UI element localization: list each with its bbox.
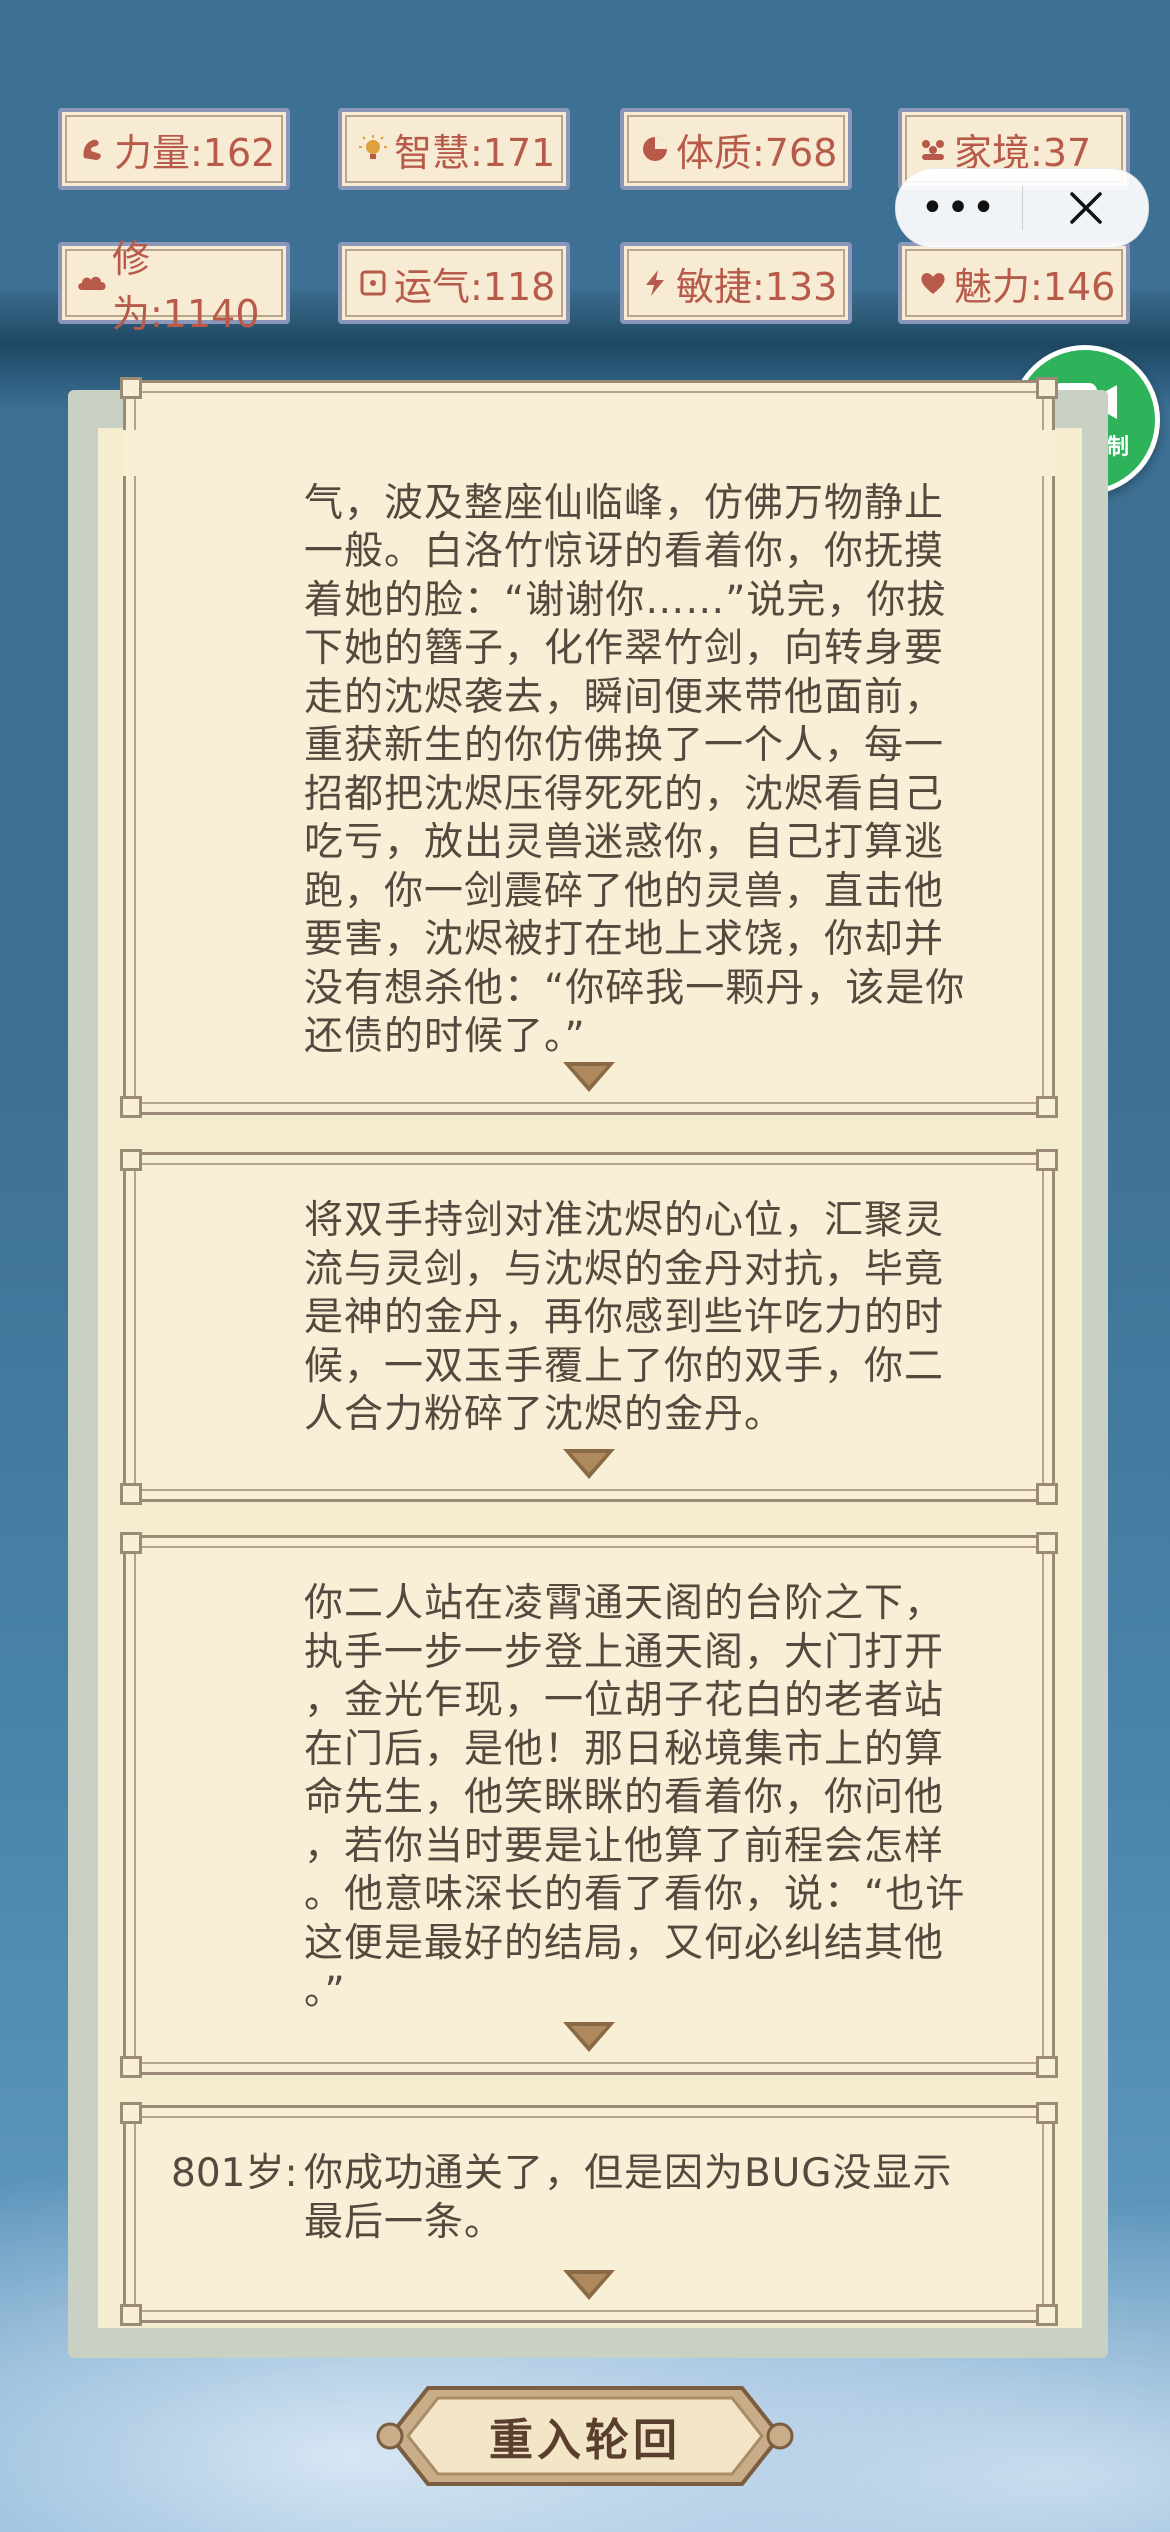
stat-constitution: 体质:768 [620,108,852,190]
heart-icon [916,266,950,300]
lightbulb-icon [356,132,390,166]
miniprogram-capsule: ••• [895,168,1149,248]
event-card: 你猛地睁开眼睛，爆出一阵强大的灵 气，波及整座仙临峰，仿佛万物静止 一般。白洛竹… [120,377,1058,1118]
event-card-top-clip [123,430,1055,476]
event-text: 将双手持剑对准沈烬的心位，汇聚灵 流与灵剑，与沈烬的金丹对抗，毕竟 是神的金丹，… [304,1198,945,1437]
event-card: 将双手持剑对准沈烬的心位，汇聚灵 流与灵剑，与沈烬的金丹对抗，毕竟 是神的金丹，… [120,1149,1058,1505]
event-card: 你二人站在凌霄通天阁的台阶之下， 执手一步一步登上通天阁，大门打开 ，金光乍现，… [120,1532,1058,2078]
event-age: 801岁: [171,2151,298,2196]
stat-agility: 敏捷:133 [620,242,852,324]
restart-label: 重入轮回 [489,2415,681,2466]
constitution-icon [638,132,672,166]
stat-luck: 运气:118 [338,242,570,324]
stat-wisdom: 智慧:171 [338,108,570,190]
stat-strength: 力量:162 [58,108,290,190]
stat-cultivation: 修为:1140 [58,237,290,336]
lightning-icon [638,266,672,300]
strength-icon [76,132,110,166]
close-icon [1069,192,1102,224]
family-icon [916,132,950,166]
close-button[interactable] [1023,188,1148,228]
chevron-down-icon[interactable] [561,1060,617,1094]
stat-charm: 魅力:146 [898,242,1130,324]
chevron-down-icon[interactable] [561,2268,617,2302]
chevron-down-icon[interactable] [561,2020,617,2054]
event-text: 你猛地睁开眼睛，爆出一阵强大的灵 气，波及整座仙临峰，仿佛万物静止 一般。白洛竹… [304,432,966,1059]
event-text: 你成功通关了，但是因为BUG没显示 最后一条。 [304,2151,953,2245]
luck-icon [356,266,390,300]
event-card: 801岁: 你成功通关了，但是因为BUG没显示 最后一条。 [120,2102,1058,2326]
restart-button[interactable]: 重入轮回 [350,2378,820,2494]
cloud-icon [76,266,108,300]
event-text: 你二人站在凌霄通天阁的台阶之下， 执手一步一步登上通天阁，大门打开 ，金光乍现，… [304,1581,966,2014]
chevron-down-icon[interactable] [561,1447,617,1481]
more-button[interactable]: ••• [896,169,1022,247]
